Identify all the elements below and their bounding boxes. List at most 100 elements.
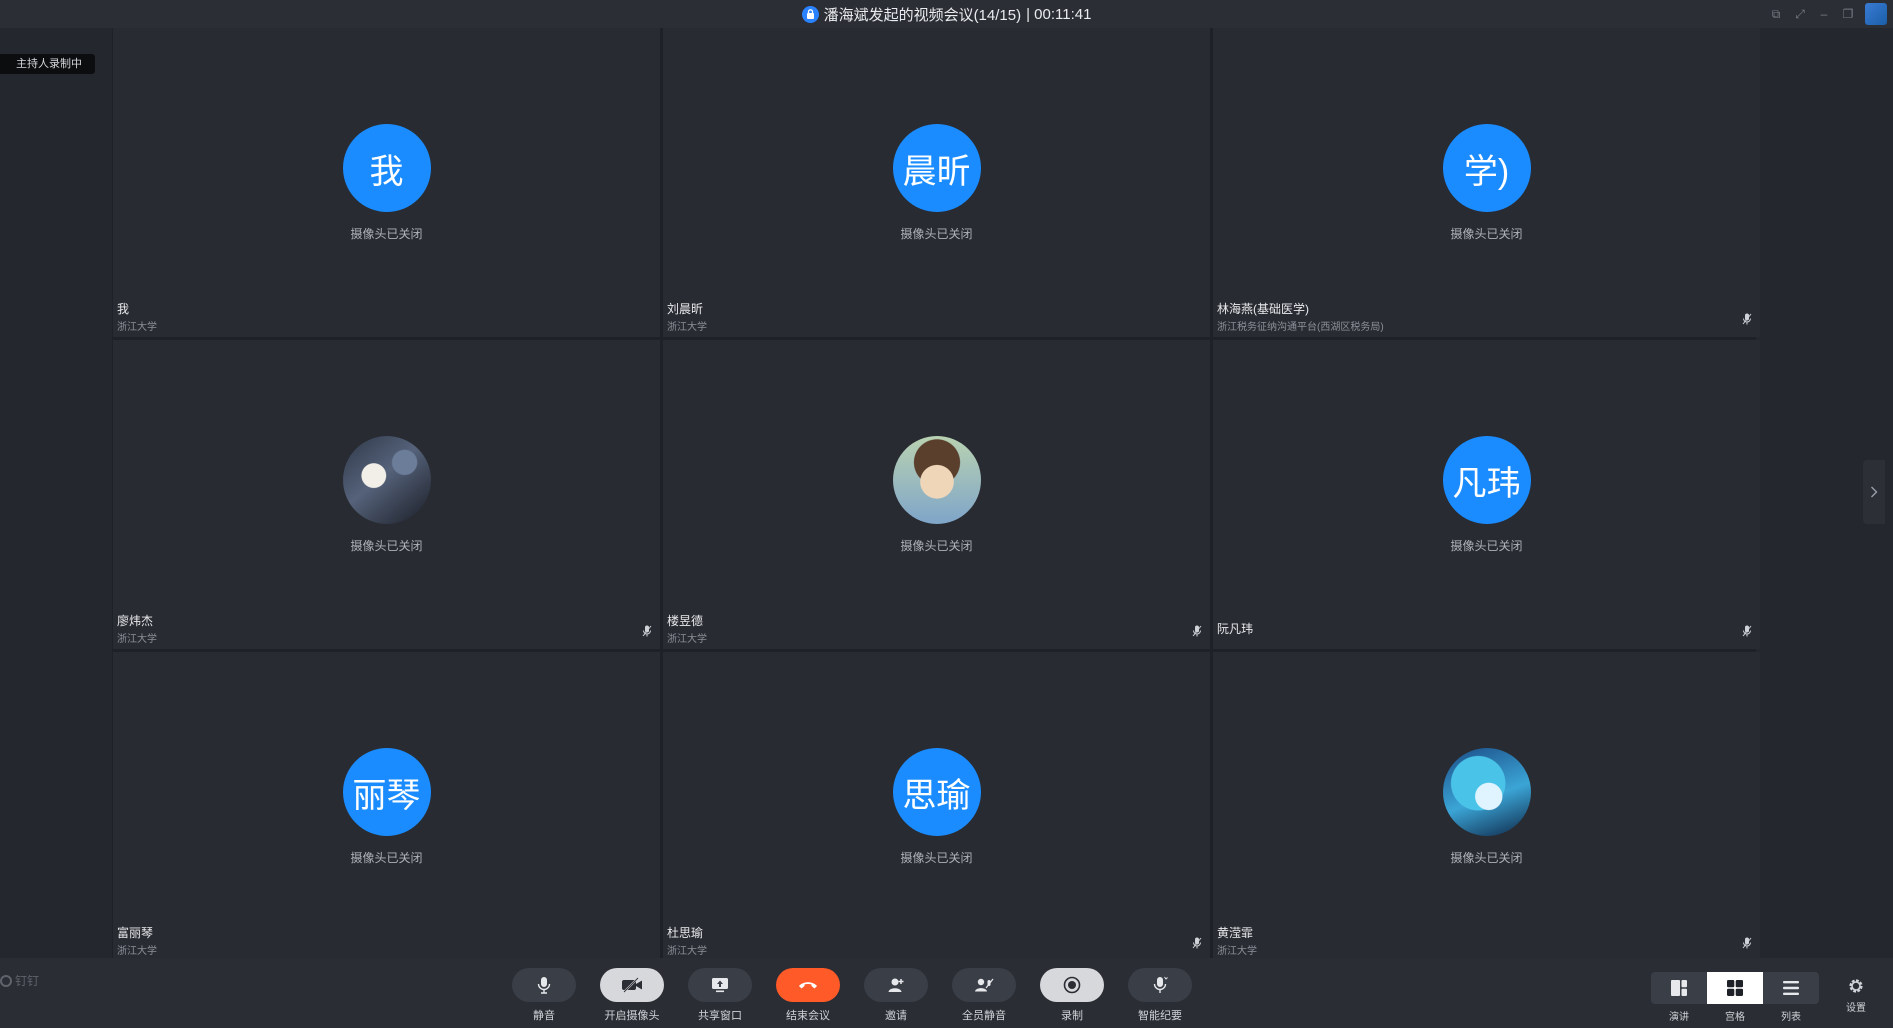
mic-muted-icon <box>1742 937 1752 949</box>
camera-off-label: 摄像头已关闭 <box>350 227 423 241</box>
settings-label: 设置 <box>1846 1003 1866 1014</box>
participant-name: 林海燕(基础医学) <box>1217 302 1309 316</box>
presenter-layout-icon <box>1671 980 1687 996</box>
gear-icon <box>1849 979 1863 993</box>
meeting-title: 潘海斌发起的视频会议(14/15) | 00:11:41 <box>0 0 1893 28</box>
camera-off-label: 摄像头已关闭 <box>1450 227 1523 241</box>
share-window-button[interactable]: 共享窗口 <box>688 968 752 1023</box>
restore-icon[interactable]: ❐ <box>1841 7 1855 21</box>
mute-label: 静音 <box>533 1010 555 1022</box>
add-user-icon <box>888 978 904 992</box>
participant-name: 富丽琴 <box>117 926 154 940</box>
list-layout-icon <box>1783 981 1799 995</box>
app-logo-icon <box>1865 3 1887 25</box>
screen-share-icon <box>712 978 728 993</box>
lock-icon <box>801 5 819 23</box>
settings-button[interactable]: 设置 <box>1842 978 1870 1014</box>
avatar-photo <box>342 436 431 524</box>
chevron-right-icon <box>1871 486 1878 498</box>
record-button[interactable]: 录制 <box>1040 968 1104 1023</box>
avatar: 我 <box>342 124 431 212</box>
smart-minutes-button[interactable]: 智能纪要 <box>1128 968 1192 1023</box>
invite-button[interactable]: 邀请 <box>864 968 928 1023</box>
end-meeting-label: 结束会议 <box>786 1010 830 1022</box>
mic-muted-icon <box>1192 937 1202 949</box>
participant-org: 浙江大学 <box>667 634 707 645</box>
participant-name: 楼昱德 <box>667 614 704 628</box>
grid-view-label: 宫格 <box>1725 1012 1745 1023</box>
mute-all-icon <box>975 978 994 992</box>
list-view-label: 列表 <box>1781 1012 1801 1023</box>
participant-tile[interactable]: 凡玮 摄像头已关闭 阮凡玮 <box>1213 340 1760 649</box>
record-label: 录制 <box>1061 1010 1083 1022</box>
avatar: 凡玮 <box>1442 436 1531 524</box>
avatar: 晨昕 <box>892 124 981 212</box>
participant-grid: 我 摄像头已关闭 我 浙江大学 晨昕 摄像头已关闭 刘晨昕 浙江大学 学) 摄像… <box>113 28 1760 961</box>
meeting-timer: | 00:11:41 <box>1026 5 1092 23</box>
camera-off-label: 摄像头已关闭 <box>350 851 423 865</box>
grid-view-button[interactable]: 宫格 <box>1707 972 1763 1023</box>
minimize-icon[interactable]: – <box>1817 7 1831 21</box>
dingtalk-icon <box>0 974 12 987</box>
participant-name: 阮凡玮 <box>1217 622 1254 636</box>
mic-muted-icon <box>1742 313 1752 325</box>
avatar: 丽琴 <box>342 748 431 836</box>
participant-org: 浙江大学 <box>1217 946 1257 957</box>
participant-name: 黄滢霏 <box>1217 926 1254 940</box>
camera-off-label: 摄像头已关闭 <box>900 539 973 553</box>
share-window-label: 共享窗口 <box>698 1010 742 1022</box>
camera-button[interactable]: 开启摄像头 <box>600 968 664 1023</box>
participant-tile[interactable]: 学) 摄像头已关闭 林海燕(基础医学) 浙江税务征纳沟通平台(西湖区税务局) <box>1213 28 1760 337</box>
mic-muted-icon <box>1742 625 1752 637</box>
fullscreen-icon[interactable]: ⤢ <box>1793 7 1807 22</box>
brand-logo: 钉钉 <box>0 972 39 989</box>
layout-switcher: 演讲 宫格 列表 <box>1651 972 1819 1023</box>
participant-org: 浙江税务征纳沟通平台(西湖区税务局) <box>1217 322 1384 333</box>
participant-name: 廖炜杰 <box>117 614 154 628</box>
camera-off-label: 摄像头已关闭 <box>1450 851 1523 865</box>
participant-org: 浙江大学 <box>667 322 707 333</box>
presenter-view-button[interactable]: 演讲 <box>1651 972 1707 1023</box>
participant-tile[interactable]: 丽琴 摄像头已关闭 富丽琴 浙江大学 <box>113 652 660 961</box>
participant-tile[interactable]: 摄像头已关闭 楼昱德 浙江大学 <box>663 340 1210 649</box>
participant-tile[interactable]: 摄像头已关闭 廖炜杰 浙江大学 <box>113 340 660 649</box>
list-view-button[interactable]: 列表 <box>1763 972 1819 1023</box>
participant-tile[interactable]: 摄像头已关闭 黄滢霏 浙江大学 <box>1213 652 1760 961</box>
mute-button[interactable]: 静音 <box>512 968 576 1023</box>
mute-all-label: 全员静音 <box>962 1010 1006 1022</box>
mute-all-button[interactable]: 全员静音 <box>952 968 1016 1023</box>
title-bar: 潘海斌发起的视频会议(14/15) | 00:11:41 ⧉ ⤢ – ❐ <box>0 0 1893 28</box>
left-panel <box>0 28 112 958</box>
smart-minutes-label: 智能纪要 <box>1138 1010 1182 1022</box>
popout-icon[interactable]: ⧉ <box>1769 7 1783 22</box>
participant-tile[interactable]: 思瑜 摄像头已关闭 杜思瑜 浙江大学 <box>663 652 1210 961</box>
presenter-view-label: 演讲 <box>1669 1012 1689 1023</box>
mic-muted-icon <box>642 625 652 637</box>
avatar: 学) <box>1442 124 1531 212</box>
camera-label: 开启摄像头 <box>604 1010 660 1022</box>
camera-off-label: 摄像头已关闭 <box>900 227 973 241</box>
participant-name: 杜思瑜 <box>667 926 704 940</box>
participant-tile[interactable]: 我 摄像头已关闭 我 浙江大学 <box>113 28 660 337</box>
expand-panel-button[interactable] <box>1863 460 1885 524</box>
participant-tile[interactable]: 晨昕 摄像头已关闭 刘晨昕 浙江大学 <box>663 28 1210 337</box>
mic-muted-icon <box>1192 625 1202 637</box>
avatar-photo <box>892 436 981 524</box>
grid-layout-icon <box>1727 980 1743 996</box>
avatar: 思瑜 <box>892 748 981 836</box>
participant-name: 刘晨昕 <box>667 302 704 316</box>
participant-org: 浙江大学 <box>667 946 707 957</box>
hang-up-icon <box>799 982 817 989</box>
meeting-toolbar: 钉钉 静音 开启摄像头 共享窗口 结束会议 邀请 全员静音 录制 智能纪要 演讲… <box>0 958 1893 1028</box>
camera-off-label: 摄像头已关闭 <box>900 851 973 865</box>
meeting-controls: 静音 开启摄像头 共享窗口 结束会议 邀请 全员静音 录制 智能纪要 <box>512 968 1192 1023</box>
meeting-title-text: 潘海斌发起的视频会议(14/15) <box>823 6 1022 24</box>
avatar-photo <box>1442 748 1531 836</box>
participant-name: 我 <box>117 302 130 316</box>
invite-label: 邀请 <box>885 1010 907 1022</box>
participant-org: 浙江大学 <box>117 946 157 957</box>
record-icon <box>1063 976 1081 994</box>
end-meeting-button[interactable]: 结束会议 <box>776 968 840 1023</box>
smart-minutes-icon <box>1153 976 1168 993</box>
participant-org: 浙江大学 <box>117 322 157 333</box>
